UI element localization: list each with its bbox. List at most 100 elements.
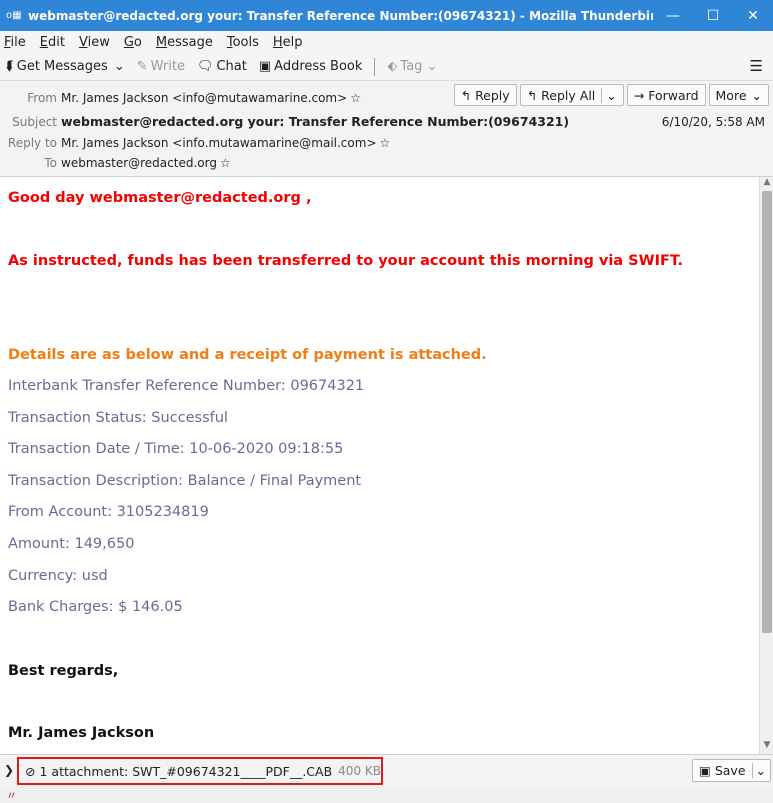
chat-label: Chat <box>216 59 247 74</box>
subject-row: Subject webmaster@redacted.org your: Tra… <box>0 114 569 129</box>
paperclip-icon: ⊘ <box>25 763 36 779</box>
chevron-down-icon[interactable]: ⌄ <box>601 87 617 103</box>
chat-icon: 🗨 <box>196 59 214 74</box>
write-label: Write <box>150 59 185 74</box>
forward-label: Forward <box>648 87 699 103</box>
message-body: Good day webmaster@redacted.org , As ins… <box>0 177 759 754</box>
address-book-button[interactable]: ▣ Address Book <box>259 59 363 74</box>
instruction-line: As instructed, funds has been transferre… <box>8 253 684 269</box>
menu-edit[interactable]: Edit <box>40 35 65 50</box>
app-menu-icon[interactable]: ☰ <box>750 57 763 75</box>
get-messages-button[interactable]: ⮮ Get Messages ⌄ <box>6 59 125 74</box>
reply-to-value[interactable]: Mr. James Jackson <info.mutawamarine@mai… <box>61 136 377 150</box>
menu-label: ile <box>10 34 26 50</box>
title-bar: o▦ webmaster@redacted.org your: Transfer… <box>0 0 773 31</box>
detail-line: Currency: usd <box>8 567 108 584</box>
greeting: Good day webmaster@redacted.org , <box>8 190 312 206</box>
close-button[interactable]: ✕ <box>733 8 773 24</box>
forward-icon: → <box>633 87 645 103</box>
chevron-down-icon[interactable]: ⌄ <box>751 763 766 778</box>
chevron-down-icon: ⌄ <box>751 87 762 103</box>
menu-accelerator: G <box>123 34 134 50</box>
subject-label: Subject <box>12 114 57 129</box>
attachment-label: 1 attachment: SWT_#09674321____PDF__.CAB <box>39 763 333 779</box>
detail-line: From Account: 3105234819 <box>8 504 209 521</box>
reply-to-row: Reply to Mr. James Jackson <info.mutawam… <box>0 136 390 150</box>
menu-message[interactable]: Message <box>156 35 213 50</box>
save-icon: ▣ <box>699 763 711 778</box>
detail-line: Interbank Transfer Reference Number: 096… <box>8 378 365 394</box>
header-actions: ↰ Reply ↰ Reply All ⌄ → Forward More ⌄ <box>451 84 769 106</box>
reply-label: Reply <box>475 87 510 103</box>
more-label: More <box>715 87 747 103</box>
maximize-button[interactable]: ☐ <box>693 8 733 24</box>
chat-button[interactable]: 🗨 Chat <box>197 59 247 74</box>
detail-line: Transaction Status: Successful <box>8 409 228 426</box>
scroll-up-icon[interactable]: ▲ <box>760 177 773 191</box>
activity-icon: 〃 <box>6 789 17 802</box>
save-label: Save <box>714 763 746 778</box>
message-header: ↰ Reply ↰ Reply All ⌄ → Forward More ⌄ F… <box>0 81 773 177</box>
write-button[interactable]: ✎ Write <box>137 59 185 74</box>
reply-all-label: Reply All <box>541 87 596 103</box>
details-line: Details are as below and a receipt of pa… <box>8 347 487 363</box>
menu-accelerator: V <box>78 34 88 50</box>
window-title: webmaster@redacted.org your: Transfer Re… <box>28 8 653 23</box>
chevron-down-icon[interactable]: ⌄ <box>114 59 125 74</box>
menu-go[interactable]: Go <box>124 35 142 50</box>
menu-help[interactable]: Help <box>273 35 303 50</box>
regards-line: Best regards, <box>8 663 119 679</box>
status-bar: 〃 <box>0 786 773 803</box>
star-icon[interactable]: ☆ <box>220 156 231 170</box>
menu-bar: File Edit View Go Message Tools Help <box>0 31 773 53</box>
from-label: From <box>27 91 57 105</box>
to-label: To <box>44 156 57 170</box>
from-row: From Mr. James Jackson <info@mutawamarin… <box>0 91 361 105</box>
reply-button[interactable]: ↰ Reply <box>453 84 517 106</box>
forward-button[interactable]: → Forward <box>626 84 706 106</box>
get-messages-label: Get Messages <box>16 59 108 74</box>
menu-label: dit <box>48 34 65 50</box>
address-book-icon: ▣ <box>258 59 272 74</box>
scroll-thumb[interactable] <box>762 191 772 633</box>
to-value[interactable]: webmaster@redacted.org <box>61 156 217 170</box>
detail-line: Transaction Description: Balance / Final… <box>8 472 362 489</box>
expand-attachments-icon[interactable]: ❯ <box>4 763 14 777</box>
thunderbird-icon: o▦ <box>6 10 22 21</box>
reply-all-button[interactable]: ↰ Reply All ⌄ <box>519 84 624 106</box>
menu-tools[interactable]: Tools <box>227 35 259 50</box>
from-value[interactable]: Mr. James Jackson <info@mutawamarine.com… <box>61 91 347 105</box>
detail-line: Amount: 149,650 <box>8 536 135 552</box>
attachment-bar: ❯ ⊘ 1 attachment: SWT_#09674321____PDF__… <box>0 754 773 786</box>
menu-accelerator: E <box>39 34 48 50</box>
tag-button[interactable]: ⬖ Tag ⌄ <box>387 59 437 74</box>
subject-value: webmaster@redacted.org your: Transfer Re… <box>61 114 570 129</box>
message-scrollbar[interactable]: ▲ ▼ <box>759 177 773 754</box>
more-button[interactable]: More ⌄ <box>708 84 769 106</box>
reply-to-label: Reply to <box>7 136 57 150</box>
pencil-icon: ✎ <box>136 59 148 74</box>
download-icon: ⮮ <box>6 59 14 74</box>
menu-accelerator: M <box>155 34 168 50</box>
menu-label: ools <box>232 34 259 50</box>
tag-icon: ⬖ <box>387 59 398 74</box>
chevron-down-icon: ⌄ <box>426 59 438 74</box>
tag-label: Tag <box>400 59 423 74</box>
attachment-item[interactable]: ⊘ 1 attachment: SWT_#09674321____PDF__.C… <box>17 757 383 785</box>
detail-line: Bank Charges: $ 146.05 <box>8 599 183 616</box>
attachment-size: 400 KB <box>338 764 381 778</box>
detail-line: Transaction Date / Time: 10-06-2020 09:1… <box>8 441 344 458</box>
scroll-down-icon[interactable]: ▼ <box>760 740 773 754</box>
save-button[interactable]: ▣ Save ⌄ <box>692 759 771 782</box>
star-icon[interactable]: ☆ <box>350 91 361 105</box>
address-book-label: Address Book <box>274 59 363 74</box>
menu-label: iew <box>87 34 110 50</box>
menu-label: o <box>133 34 142 50</box>
signature-line: Mr. James Jackson <box>8 725 155 741</box>
to-row: To webmaster@redacted.org ☆ <box>0 156 231 170</box>
menu-file[interactable]: File <box>4 35 26 50</box>
toolbar-separator <box>374 57 376 76</box>
minimize-button[interactable]: — <box>653 8 693 24</box>
menu-view[interactable]: View <box>79 35 110 50</box>
star-icon[interactable]: ☆ <box>380 136 391 150</box>
